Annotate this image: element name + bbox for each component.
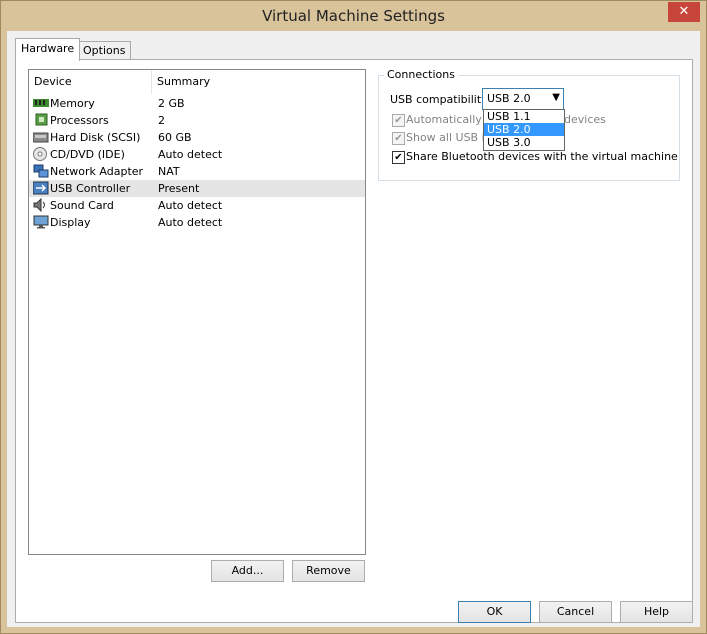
memory-icon	[33, 99, 49, 107]
device-summary: NAT	[158, 165, 180, 178]
summary-column-header[interactable]: Summary	[152, 70, 364, 94]
processor-icon	[35, 113, 48, 126]
device-name: Hard Disk (SCSI)	[50, 131, 141, 144]
help-button[interactable]: Help	[620, 601, 693, 623]
auto-connect-checkbox[interactable]: ✔	[392, 114, 405, 127]
cd-dvd-icon	[33, 147, 47, 161]
show-usb-checkbox[interactable]: ✔	[392, 132, 405, 145]
close-button[interactable]: ✕	[668, 2, 700, 22]
list-item-network-adapter[interactable]: Network Adapter NAT	[29, 163, 365, 180]
usb-option-1-1[interactable]: USB 1.1	[484, 110, 564, 123]
tab-options[interactable]: Options	[77, 41, 132, 60]
list-item-hard-disk[interactable]: Hard Disk (SCSI) 60 GB	[29, 129, 365, 146]
usb-compatibility-value: USB 2.0	[487, 92, 531, 105]
ok-button[interactable]: OK	[458, 601, 531, 623]
share-bluetooth-label: Share Bluetooth devices with the virtual…	[406, 150, 678, 163]
device-summary: 60 GB	[158, 131, 192, 144]
usb-icon	[33, 181, 49, 195]
usb-option-3-0[interactable]: USB 3.0	[484, 136, 564, 149]
tab-hardware[interactable]: Hardware	[15, 38, 81, 61]
speaker-icon	[33, 198, 45, 212]
device-name: CD/DVD (IDE)	[50, 148, 125, 161]
add-button[interactable]: Add...	[211, 560, 284, 582]
device-name: Processors	[50, 114, 109, 127]
usb-compatibility-label: USB compatibility:	[390, 93, 491, 106]
monitor-icon	[33, 215, 49, 229]
hard-disk-icon	[33, 132, 49, 143]
device-summary: Present	[158, 182, 200, 195]
device-summary: Auto detect	[158, 199, 223, 212]
device-name: Sound Card	[50, 199, 114, 212]
usb-compatibility-dropdown[interactable]: USB 1.1 USB 2.0 USB 3.0	[483, 109, 565, 151]
device-list[interactable]: Device Summary Memory 2 GB Processors 2 …	[28, 69, 366, 555]
device-column-header[interactable]: Device	[29, 70, 152, 94]
share-bluetooth-checkbox[interactable]: ✔	[392, 151, 405, 164]
usb-compatibility-select[interactable]: USB 2.0 ▼	[482, 88, 564, 110]
close-icon: ✕	[678, 4, 690, 19]
device-name: Network Adapter	[50, 165, 144, 178]
cancel-button[interactable]: Cancel	[539, 601, 612, 623]
device-name: Memory	[50, 97, 95, 110]
device-name: USB Controller	[50, 182, 131, 195]
usb-option-2-0[interactable]: USB 2.0	[484, 123, 564, 136]
list-item-sound-card[interactable]: Sound Card Auto detect	[29, 197, 365, 214]
list-item-memory[interactable]: Memory 2 GB	[29, 95, 365, 112]
remove-button[interactable]: Remove	[292, 560, 365, 582]
list-item-usb-controller[interactable]: USB Controller Present	[29, 180, 365, 197]
window-title: Virtual Machine Settings	[262, 7, 445, 25]
device-summary: Auto detect	[158, 148, 223, 161]
device-name: Display	[50, 216, 91, 229]
device-summary: 2 GB	[158, 97, 185, 110]
hardware-panel: Device Summary Memory 2 GB Processors 2 …	[15, 59, 693, 623]
connections-group-label: Connections	[384, 68, 458, 81]
list-item-processors[interactable]: Processors 2	[29, 112, 365, 129]
device-summary: Auto detect	[158, 216, 223, 229]
dialog-client: Hardware Options Device Summary Memory 2…	[7, 31, 700, 627]
list-item-display[interactable]: Display Auto detect	[29, 214, 365, 231]
chevron-down-icon: ▼	[552, 92, 560, 103]
auto-connect-label-end: devices	[564, 113, 606, 126]
settings-window: Virtual Machine Settings ✕ Hardware Opti…	[0, 0, 707, 634]
device-summary: 2	[158, 114, 165, 127]
list-item-cd-dvd[interactable]: CD/DVD (IDE) Auto detect	[29, 146, 365, 163]
title-bar[interactable]: Virtual Machine Settings ✕	[1, 1, 706, 31]
network-adapter-icon	[33, 164, 49, 178]
